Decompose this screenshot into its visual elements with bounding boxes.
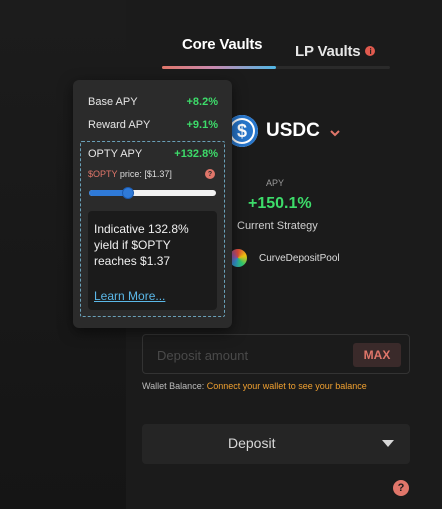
token-name: USDC — [266, 120, 320, 141]
connect-wallet-link[interactable]: Connect your wallet to see your balance — [207, 381, 367, 391]
opty-apy-row: OPTY APY +132.8% — [88, 146, 218, 162]
slider-thumb[interactable] — [122, 187, 134, 199]
opty-apy-label: OPTY APY — [88, 148, 143, 160]
reward-apy-value: +9.1% — [186, 119, 219, 131]
opty-price-slider[interactable] — [89, 187, 216, 199]
strategy-name: CurveDepositPool — [259, 252, 340, 264]
tab-lp-vaults-label: LP Vaults — [295, 42, 361, 60]
opty-price-value: price: [$1.37] — [117, 169, 172, 179]
apy-label: APY — [266, 178, 285, 188]
opty-price: $OPTY price: [$1.37] — [88, 169, 172, 179]
tab-underline-active — [162, 66, 276, 69]
wallet-balance-label: Wallet Balance: — [142, 381, 207, 391]
tab-lp-vaults[interactable]: LP Vaults i — [295, 36, 376, 66]
help-icon[interactable]: ? — [393, 480, 409, 496]
strategy-row: CurveDepositPool — [229, 248, 340, 268]
wallet-balance: Wallet Balance: Connect your wallet to s… — [142, 381, 367, 391]
chevron-down-icon — [330, 125, 340, 140]
deposit-amount-input[interactable] — [157, 345, 337, 365]
indicative-yield-text: Indicative 132.8% yield if $OPTY reaches… — [94, 222, 189, 268]
opty-apy-value: +132.8% — [174, 148, 218, 160]
base-apy-label: Base APY — [88, 96, 138, 108]
current-strategy-label: Current Strategy — [237, 220, 318, 232]
vault-tabs: Core Vaults LP Vaults i — [162, 36, 390, 70]
opty-price-symbol: $OPTY — [88, 169, 118, 179]
base-apy-row: Base APY +8.2% — [88, 94, 218, 110]
question-icon[interactable]: ? — [205, 169, 215, 179]
caret-down-icon — [382, 440, 394, 447]
apy-value: +150.1% — [248, 195, 312, 212]
deposit-amount-field: MAX — [142, 334, 410, 374]
max-button[interactable]: MAX — [353, 343, 401, 367]
reward-apy-label: Reward APY — [88, 119, 151, 131]
token-selector[interactable]: $ USDC — [226, 114, 340, 148]
deposit-button-label: Deposit — [228, 435, 276, 451]
apy-breakdown-tooltip: Base APY +8.2% Reward APY +9.1% OPTY APY… — [73, 80, 232, 328]
info-icon[interactable]: i — [365, 46, 376, 56]
indicative-yield-box: Indicative 132.8% yield if $OPTY reaches… — [88, 211, 217, 310]
learn-more-link[interactable]: Learn More... — [94, 289, 165, 303]
reward-apy-row: Reward APY +9.1% — [88, 117, 218, 133]
base-apy-value: +8.2% — [186, 96, 219, 108]
tab-core-vaults[interactable]: Core Vaults — [182, 36, 263, 66]
deposit-button[interactable]: Deposit — [142, 424, 410, 464]
